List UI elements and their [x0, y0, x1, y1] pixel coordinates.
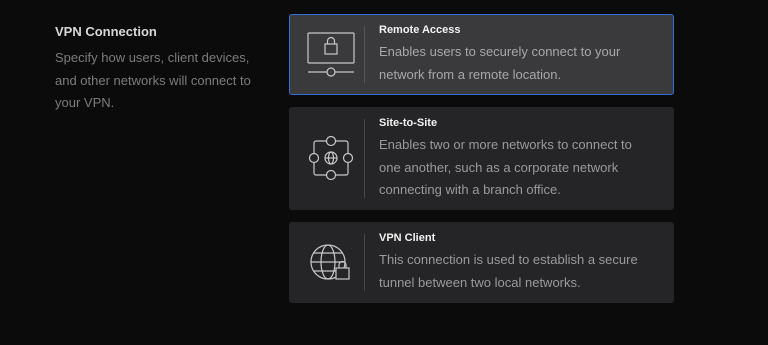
- card-divider: [364, 119, 365, 198]
- option-description: This connection is used to establish a s…: [379, 252, 638, 290]
- option-description: Enables two or more networks to connect …: [379, 137, 632, 197]
- option-title: Site-to-Site: [379, 117, 438, 129]
- option-remote-access[interactable]: Remote Access Enables users to securely …: [289, 14, 674, 95]
- card-divider: [364, 234, 365, 291]
- section-intro: VPN Connection Specify how users, client…: [55, 24, 270, 115]
- option-site-to-site[interactable]: Site-to-Site Enables two or more network…: [289, 107, 674, 210]
- section-description: Specify how users, client devices, and o…: [55, 50, 251, 110]
- card-divider: [364, 26, 365, 83]
- option-vpn-client[interactable]: VPN Client This connection is used to es…: [289, 222, 674, 303]
- option-description: Enables users to securely connect to you…: [379, 44, 621, 82]
- site-to-site-icon: [300, 129, 365, 189]
- remote-access-icon: [300, 25, 365, 85]
- option-title: Remote Access: [379, 24, 461, 36]
- section-title: VPN Connection: [55, 24, 157, 39]
- vpn-connection-page: VPN Connection Specify how users, client…: [0, 0, 768, 345]
- option-title: VPN Client: [379, 232, 436, 244]
- vpn-client-icon: [300, 233, 365, 293]
- vpn-type-options: Remote Access Enables users to securely …: [289, 14, 674, 303]
